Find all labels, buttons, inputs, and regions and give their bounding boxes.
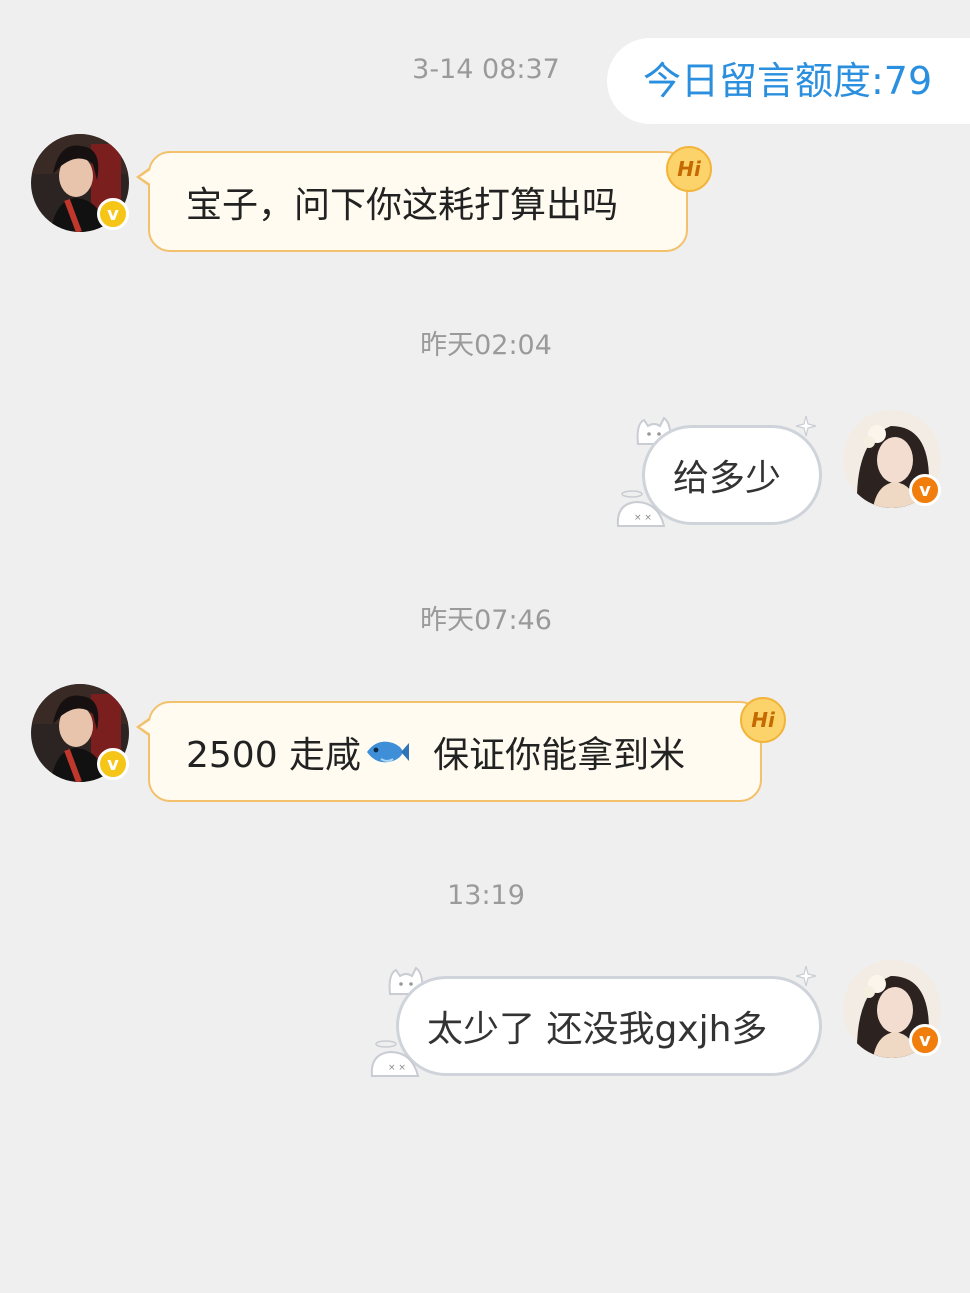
timestamp: 13:19	[447, 880, 525, 911]
timestamp: 昨天02:04	[420, 330, 552, 361]
message-quota-pill[interactable]: 今日留言额度:79	[607, 38, 970, 124]
svg-text:× ×: × ×	[388, 1063, 406, 1073]
my-avatar[interactable]: v	[843, 410, 941, 508]
verified-badge-icon: v	[97, 748, 129, 780]
message-bubble-incoming[interactable]: 2500 走咸 保证你能拿到米	[136, 701, 762, 802]
message-text-part: 2500 走咸	[186, 734, 362, 776]
my-avatar[interactable]: v	[843, 960, 941, 1058]
message-text: 给多少	[673, 458, 782, 499]
hi-badge-icon: Hi	[666, 146, 712, 192]
message-bubble-incoming[interactable]: 宝子，问下你这耗打算出吗	[136, 151, 688, 252]
timestamp: 3-14 08:37	[412, 54, 560, 85]
hi-badge-icon: Hi	[740, 697, 786, 743]
svg-text:× ×: × ×	[634, 513, 652, 523]
verified-badge-icon: v	[97, 198, 129, 230]
message-text: 太少了 还没我gxjh多	[427, 1009, 768, 1050]
sender-avatar[interactable]: v	[31, 134, 129, 232]
sender-avatar[interactable]: v	[31, 684, 129, 782]
ghost-decoration-icon: × ×	[370, 1040, 420, 1077]
verified-badge-icon: v	[909, 474, 941, 506]
message-bubble-outgoing[interactable]: 太少了 还没我gxjh多	[396, 976, 822, 1076]
message-text: 宝子，问下你这耗打算出吗	[186, 184, 619, 226]
fish-icon	[367, 741, 410, 762]
verified-badge-icon: v	[909, 1024, 941, 1056]
message-text-part: 保证你能拿到米	[433, 734, 686, 776]
ghost-decoration-icon: × ×	[616, 490, 666, 527]
timestamp: 昨天07:46	[420, 605, 552, 636]
